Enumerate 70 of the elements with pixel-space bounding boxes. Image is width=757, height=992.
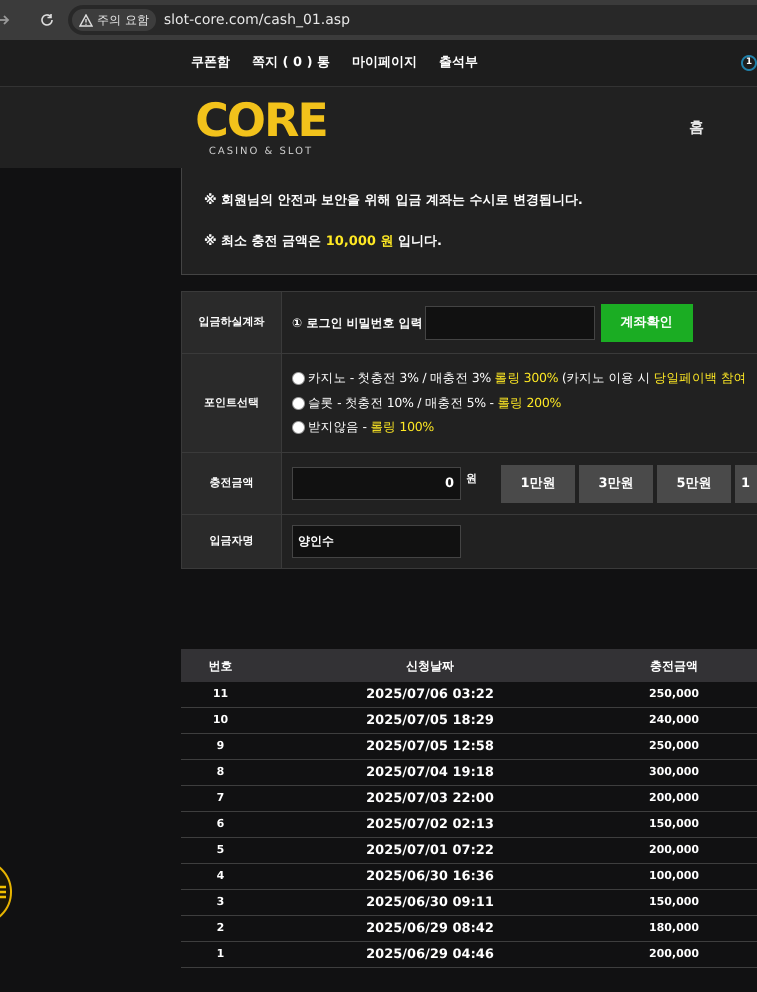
table-cell-text: 1 xyxy=(216,946,226,962)
top-nav-link[interactable]: 쪽지 ( 0 ) 통 xyxy=(252,53,330,73)
point-option-label: 받지않음 - 롤링 100% xyxy=(308,418,434,436)
table-cell-text: 100,000 xyxy=(648,868,700,884)
notice-text: ※ 최소 충전 금액은 10,000 원 입니다. xyxy=(204,233,443,251)
url-text: slot-core.com/cash_01.asp xyxy=(164,10,350,30)
password-prompt: ① 로그인 비밀번호 입력 xyxy=(292,314,423,332)
row-label: 포인트선택 xyxy=(182,354,282,452)
row-label: 충전금액 xyxy=(182,453,282,514)
table-cell-text: 2025/07/01 07:22 xyxy=(365,842,495,860)
table-cell-text: 2 xyxy=(216,920,226,936)
table-cell-text: 250,000 xyxy=(648,738,700,754)
radio-button[interactable] xyxy=(292,421,305,434)
column-header: 신청날짜 xyxy=(405,658,455,674)
table-cell-text: 150,000 xyxy=(648,816,700,832)
warning-icon xyxy=(79,14,93,26)
table-cell-text: 240,000 xyxy=(648,712,700,728)
radio-button[interactable] xyxy=(292,396,305,410)
table-cell-text: 200,000 xyxy=(648,842,700,858)
quick-amount-button[interactable]: 1 xyxy=(735,464,757,502)
table-cell-text: 3 xyxy=(216,894,226,910)
top-nav-link[interactable]: 마이페이지 xyxy=(352,53,418,73)
table-cell-text: 2025/07/06 03:22 xyxy=(365,686,495,704)
address-bar[interactable]: 주의 요함 slot-core.com/cash_01.asp xyxy=(68,5,757,35)
top-nav-link[interactable]: 쿠폰함 xyxy=(191,53,230,73)
quick-amount-button[interactable]: 5만원 xyxy=(657,464,731,502)
reload-icon[interactable] xyxy=(40,13,54,27)
table-cell-text: 9 xyxy=(216,738,226,754)
top-nav-link[interactable]: 출석부 xyxy=(439,53,478,73)
security-chip[interactable]: 주의 요함 xyxy=(72,9,156,31)
table-cell-text: 2025/06/30 09:11 xyxy=(365,894,495,912)
table-cell-text: 250,000 xyxy=(648,686,700,702)
column-header: 충전금액 xyxy=(649,658,699,674)
row-label: 입금하실계좌 xyxy=(182,292,282,353)
password-field[interactable] xyxy=(424,306,595,340)
table-cell-text: 2025/07/05 18:29 xyxy=(365,712,495,730)
table-cell-text: 180,000 xyxy=(648,920,700,936)
table-cell-text: 2025/06/30 16:36 xyxy=(365,868,495,886)
table-cell-text: 7 xyxy=(216,790,226,806)
radio-button[interactable] xyxy=(292,372,305,385)
currency-unit: 원 xyxy=(466,471,477,487)
table-cell-text: 2025/07/05 12:58 xyxy=(365,738,495,756)
column-header: 번호 xyxy=(208,658,234,674)
quick-amount-button[interactable]: 3만원 xyxy=(579,464,653,502)
table-cell-text: 150,000 xyxy=(648,894,700,910)
notice-text: ※ 회원님의 안전과 보안을 위해 입금 계좌는 수시로 변경됩니다. xyxy=(204,192,584,210)
forward-arrow-icon[interactable] xyxy=(0,13,10,27)
depositor-name-field[interactable]: 양인수 xyxy=(292,525,461,558)
table-cell-text: 10 xyxy=(212,712,230,728)
point-option-label: 슬롯 - 첫충전 10% / 매충전 5% - 롤링 200% xyxy=(308,394,562,412)
table-cell-text: 11 xyxy=(212,686,230,702)
row-label: 입금자명 xyxy=(182,515,282,568)
table-cell-text: 200,000 xyxy=(648,790,700,806)
point-option-label: 카지노 - 첫충전 3% / 매충전 3% 롤링 300% (카지노 이용 시 당일페이백 참여 xyxy=(308,368,746,387)
notification-badge[interactable]: 1 xyxy=(741,55,757,71)
table-cell-text: 6 xyxy=(216,816,226,832)
site-logo[interactable]: CORE CASINO & SLOT xyxy=(181,96,341,159)
table-cell-text: 300,000 xyxy=(648,764,700,780)
table-cell-text: 5 xyxy=(216,842,226,858)
header-menu-link[interactable]: 홈 xyxy=(689,116,704,139)
table-cell-text: 2025/07/02 02:13 xyxy=(365,816,495,834)
table-cell-text: 200,000 xyxy=(648,946,700,962)
table-cell-text: 2025/07/04 19:18 xyxy=(365,764,495,782)
table-cell-text: 2025/06/29 04:46 xyxy=(365,946,495,964)
quick-amount-button[interactable]: 1만원 xyxy=(501,464,575,502)
table-cell-text: 2025/07/03 22:00 xyxy=(365,790,495,808)
table-cell-text: 8 xyxy=(216,764,226,780)
amount-field[interactable]: 0 xyxy=(292,467,461,500)
table-cell-text: 2025/06/29 08:42 xyxy=(365,920,495,938)
table-cell-text: 4 xyxy=(216,868,226,884)
